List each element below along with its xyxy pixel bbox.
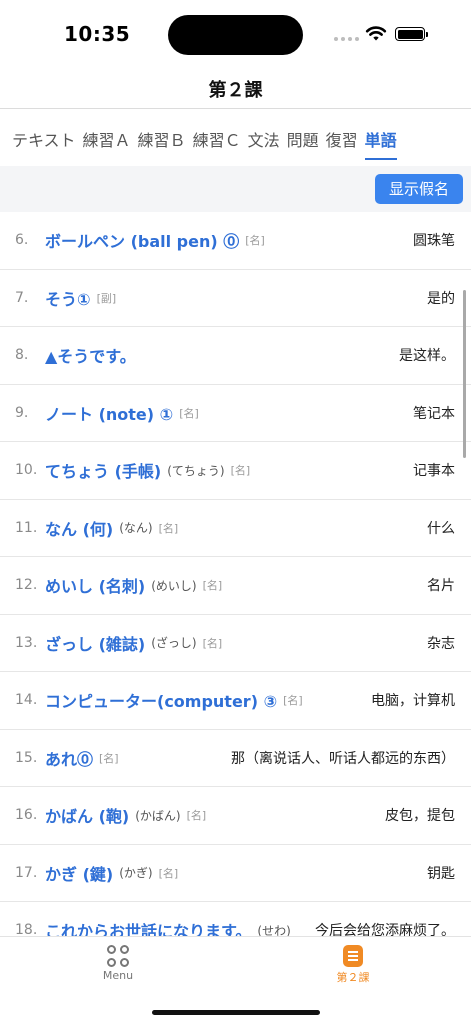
vocab-part-of-speech: [副] (96, 291, 117, 305)
tab-vocabulary[interactable]: 単語 (364, 118, 397, 160)
tabbar-menu[interactable]: Menu (78, 945, 158, 982)
lesson-icon (343, 945, 363, 967)
vocab-reading: (かぎ) (119, 866, 153, 881)
vocab-number: 9. (15, 404, 29, 421)
nav-divider (0, 108, 471, 109)
tab-text[interactable]: テキスト (12, 118, 76, 158)
vocab-word: かばん (鞄) (45, 807, 130, 827)
wifi-icon (365, 26, 387, 41)
vocab-reading: (てちょう) (167, 463, 225, 478)
status-bar: 10:35 (0, 0, 471, 64)
vocab-word: ノート (note) ① (45, 404, 174, 424)
show-kana-button[interactable]: 显示假名 (374, 174, 463, 204)
vocab-part-of-speech: [名] (158, 866, 179, 880)
tab-practice-a[interactable]: 練習Ａ (83, 118, 131, 158)
vocab-row[interactable]: 15. あれ⓪ [名] 那（离说话人、听话人都远的东西） (0, 730, 471, 787)
vocab-row[interactable]: 10. てちょう (手帳) (てちょう) [名] 记事本 (0, 442, 471, 500)
vocab-word: かぎ (鍵) (45, 864, 114, 884)
tabbar-lesson-label: 第２課 (336, 971, 370, 984)
vocab-part-of-speech: [名] (245, 234, 265, 248)
vocab-row[interactable]: 9. ノート (note) ① [名] 笔记本 (0, 385, 471, 442)
vocab-number: 17. (15, 864, 38, 881)
vocab-meaning: 什么 (427, 517, 455, 538)
vocab-meaning: 钥匙 (427, 862, 455, 883)
status-time: 10:35 (64, 22, 131, 46)
vocab-word: てちょう (手帳) (45, 462, 162, 482)
vocab-reading: (なん) (119, 521, 153, 536)
vocab-meaning: 那（离说话人、听话人都远的东西） (231, 747, 455, 768)
dynamic-island (168, 15, 303, 55)
vocab-meaning: 圆珠笔 (413, 230, 455, 251)
vocab-part-of-speech: [名] (283, 694, 303, 708)
home-indicator (152, 1010, 320, 1015)
vocab-meaning: 是的 (427, 287, 455, 308)
tabbar-lesson[interactable]: 第２課 (313, 945, 393, 985)
cellular-signal-icon (334, 37, 359, 41)
vocab-meaning: 记事本 (413, 460, 455, 481)
vocab-number: 11. (15, 519, 38, 536)
vocab-number: 16. (15, 807, 38, 824)
vocab-word: これからお世話になります。 (45, 922, 252, 936)
vocab-reading: (ざっし) (151, 636, 197, 651)
vocab-toolbar: 显示假名 (0, 166, 471, 212)
tab-grammar[interactable]: 文法 (248, 118, 280, 158)
battery-icon (395, 27, 428, 41)
vocab-word: めいし (名刺) (45, 577, 146, 597)
page-title: 第２課 (208, 80, 263, 101)
vocab-row[interactable]: 18. これからお世話になります。 (せわ) 今后会给您添麻烦了。 (0, 902, 471, 936)
vocab-word: あれ⓪ (45, 749, 94, 769)
vocab-reading: (かばん) (135, 808, 181, 823)
tab-practice-b[interactable]: 練習Ｂ (138, 118, 186, 158)
vocab-word: コンピューター(computer) ③ (45, 692, 278, 712)
vocab-word: ざっし (雑誌) (45, 634, 146, 654)
vocab-row[interactable]: 16. かばん (鞄) (かばん) [名] 皮包，提包 (0, 787, 471, 845)
vocab-meaning: 皮包，提包 (385, 805, 455, 826)
vocab-part-of-speech: [名] (179, 406, 199, 420)
tab-practice-c[interactable]: 練習Ｃ (193, 118, 241, 158)
vocab-word: ボールペン (ball pen) ⓪ (45, 232, 240, 252)
vocab-meaning: 杂志 (427, 632, 455, 653)
section-tabs: テキスト 練習Ａ 練習Ｂ 練習Ｃ 文法 問題 復習 単語 (12, 118, 404, 166)
vocab-meaning: 是这样。 (399, 345, 455, 366)
vocab-meaning: 电脑，计算机 (371, 690, 455, 711)
vocab-number: 13. (15, 634, 38, 651)
vocab-part-of-speech: [名] (158, 521, 179, 535)
vocab-number: 8. (15, 347, 29, 364)
vocab-part-of-speech: [名] (186, 809, 207, 823)
vocab-part-of-speech: [名] (202, 579, 223, 593)
vocab-row[interactable]: 7. そう① [副] 是的 (0, 270, 471, 327)
vocab-part-of-speech: [名] (202, 636, 223, 650)
vocab-number: 15. (15, 749, 38, 766)
vocab-row[interactable]: 14. コンピューター(computer) ③ [名] 电脑，计算机 (0, 672, 471, 730)
vocab-reading: (めいし) (151, 578, 197, 593)
vocab-row[interactable]: 17. かぎ (鍵) (かぎ) [名] 钥匙 (0, 845, 471, 902)
vocab-list[interactable]: 6. ボールペン (ball pen) ⓪ [名] 圆珠笔 7. そう① [副] 是的 8. ▲そ… (0, 212, 471, 936)
vocab-number: 14. (15, 692, 38, 709)
scrollbar[interactable] (463, 290, 466, 458)
grid-icon (107, 945, 129, 967)
vocab-row[interactable]: 13. ざっし (雑誌) (ざっし) [名] 杂志 (0, 615, 471, 672)
vocab-number: 10. (15, 462, 38, 479)
vocab-row[interactable]: 8. ▲そうです。 是这样。 (0, 327, 471, 385)
vocab-number: 12. (15, 577, 38, 594)
vocab-meaning: 今后会给您添麻烦了。 (315, 920, 455, 936)
vocab-number: 6. (15, 232, 29, 249)
vocab-word: そう① (45, 289, 91, 309)
vocab-number: 7. (15, 289, 29, 306)
vocab-part-of-speech: [名] (230, 464, 251, 478)
vocab-word: なん (何) (45, 519, 114, 539)
tabbar-menu-label: Menu (102, 969, 134, 982)
vocab-number: 18. (15, 922, 38, 936)
vocab-reading: (せわ) (257, 923, 291, 936)
tab-review[interactable]: 復習 (326, 118, 358, 158)
vocab-part-of-speech: [名] (99, 751, 119, 765)
vocab-word: ▲そうです。 (45, 347, 136, 367)
vocab-row[interactable]: 12. めいし (名刺) (めいし) [名] 名片 (0, 557, 471, 615)
vocab-meaning: 笔记本 (413, 402, 455, 423)
vocab-row[interactable]: 6. ボールペン (ball pen) ⓪ [名] 圆珠笔 (0, 212, 471, 270)
vocab-row[interactable]: 11. なん (何) (なん) [名] 什么 (0, 500, 471, 557)
tab-questions[interactable]: 問題 (287, 118, 319, 158)
vocab-meaning: 名片 (427, 575, 455, 596)
